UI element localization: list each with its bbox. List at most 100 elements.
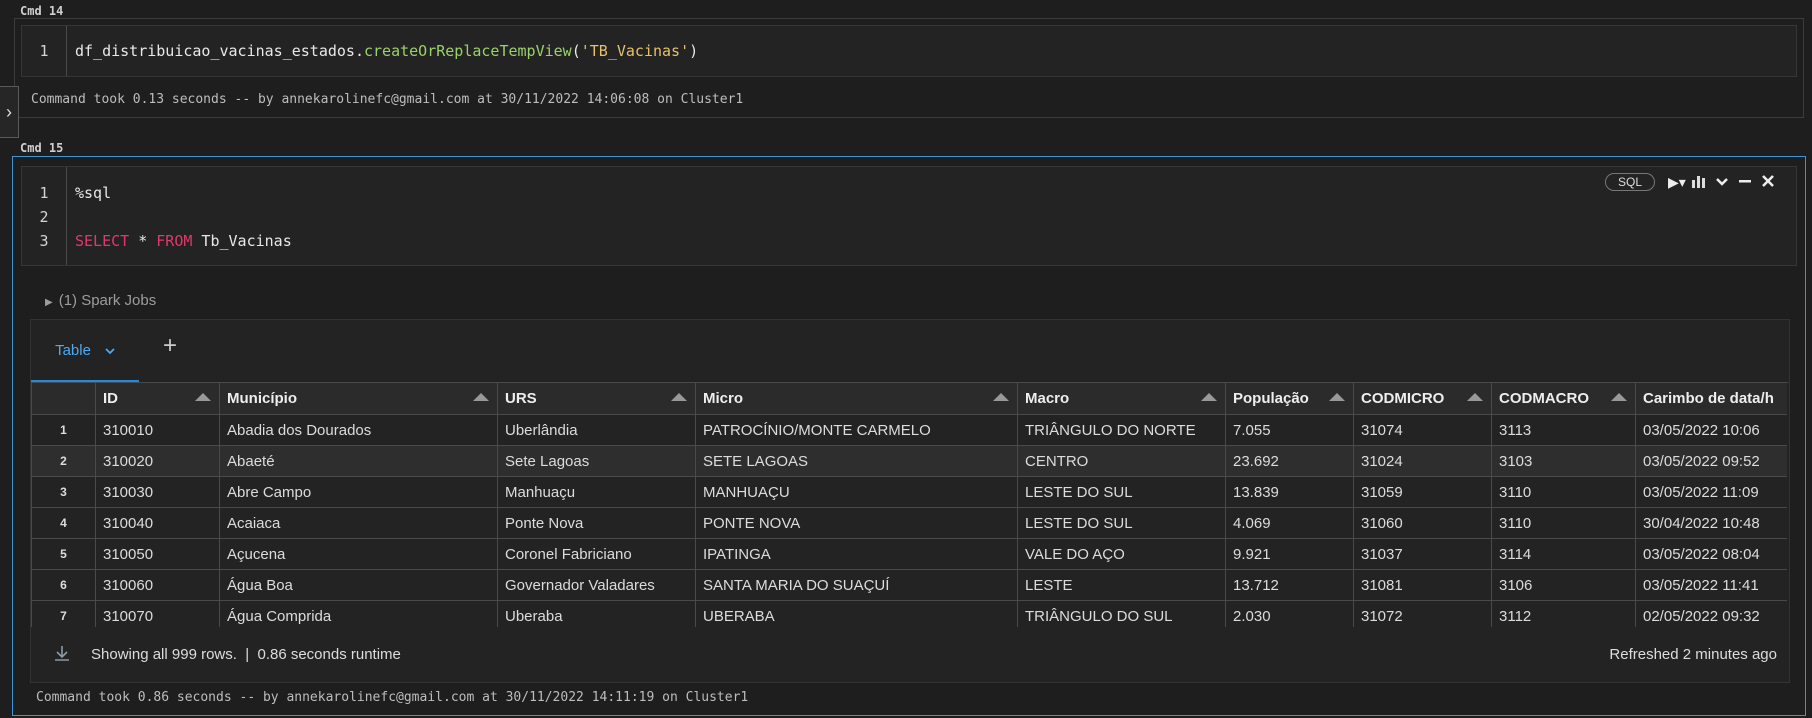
line-number: 1 [39,184,49,202]
table-cell: 31037 [1353,538,1492,570]
table-cell: 03/05/2022 08:04 [1635,538,1787,570]
line-number: 3 [39,232,49,250]
close-icon[interactable] [1760,174,1776,191]
row-number: 3 [31,476,96,508]
column-header[interactable]: Carimbo de data/h [1635,382,1787,415]
code-line[interactable]: 2 [22,205,1796,229]
row-number: 6 [31,569,96,601]
table-row[interactable]: 6 310060 Água Boa Governador Valadares SANTA… [31,569,1787,601]
table-cell: 31074 [1353,414,1492,446]
table-cell: 03/05/2022 11:41 [1635,569,1787,601]
cell-label: Cmd 15 [20,141,64,155]
table-cell: 9.921 [1225,538,1354,570]
column-header[interactable]: Micro [695,382,1018,415]
cell-toolbar: SQL ▶▾ [1604,173,1776,191]
table-cell: CENTRO [1017,445,1226,477]
column-header[interactable]: URS [497,382,696,415]
table-cell: Coronel Fabriciano [497,538,696,570]
sort-icon[interactable] [1201,393,1217,401]
code-line[interactable]: 3 SELECT * FROM Tb_Vacinas [22,229,1796,253]
table-cell: Água Boa [219,569,498,601]
table-cell: Sete Lagoas [497,445,696,477]
column-header[interactable]: Macro [1017,382,1226,415]
table-cell: 310020 [95,445,220,477]
table-cell: 7.055 [1225,414,1354,446]
table-row[interactable]: 7 310070 Água Comprida Uberaba UBERABA TRIÂNG… [31,600,1787,627]
table-cell: Abre Campo [219,476,498,508]
table-row[interactable]: 3 310030 Abre Campo Manhuaçu MANHUAÇU LESTE D… [31,476,1787,508]
table-cell: 4.069 [1225,507,1354,539]
results-footer: Showing all 999 rows. | 0.86 seconds run… [31,628,1789,682]
column-header[interactable]: Município [219,382,498,415]
sort-icon[interactable] [1329,393,1345,401]
code-line[interactable]: 1 %sql [22,181,1796,205]
table-cell: 13.712 [1225,569,1354,601]
sort-icon[interactable] [195,393,211,401]
column-header[interactable]: CODMACRO [1491,382,1636,415]
chevron-down-icon[interactable] [105,342,115,359]
chevron-down-icon[interactable] [1714,174,1730,190]
table-cell: MANHUAÇU [695,476,1018,508]
table-cell: Abaeté [219,445,498,477]
column-header[interactable]: ID [95,382,220,415]
table-row[interactable]: 2 310020 Abaeté Sete Lagoas SETE LAGOAS CENTR… [31,445,1787,477]
row-number: 1 [31,414,96,446]
table-cell: Açucena [219,538,498,570]
table-header: ID Município URS Micro Macro População CODMICR… [31,382,1787,415]
sort-icon[interactable] [671,393,687,401]
table-cell: IPATINGA [695,538,1018,570]
sort-icon[interactable] [1467,393,1483,401]
table-cell: TRIÂNGULO DO NORTE [1017,414,1226,446]
table-cell: 03/05/2022 11:09 [1635,476,1787,508]
table-cell: LESTE DO SUL [1017,507,1226,539]
sort-icon[interactable] [1611,393,1627,401]
download-icon[interactable] [53,644,71,667]
table-cell: Ponte Nova [497,507,696,539]
code-line[interactable]: 1 df_distribuicao_vacinas_estados.createO… [22,39,1796,63]
code-editor[interactable]: 1 df_distribuicao_vacinas_estados.createO… [21,25,1797,77]
table-cell: 310030 [95,476,220,508]
table-row[interactable]: 5 310050 Açucena Coronel Fabriciano IPATINGA… [31,538,1787,570]
table-cell: 31060 [1353,507,1492,539]
spark-jobs-toggle[interactable]: ▶ (1) Spark Jobs [45,292,156,309]
table-cell: 3103 [1491,445,1636,477]
row-number: 4 [31,507,96,539]
column-header[interactable]: População [1225,382,1354,415]
code-editor[interactable]: 1 %sql 2 3 SELECT * FROM Tb_Vacinas SQL ▶▾ [21,166,1797,266]
row-number: 7 [31,600,96,627]
minus-icon[interactable] [1737,174,1753,191]
table-cell: Uberlândia [497,414,696,446]
table-cell: 3110 [1491,507,1636,539]
table-cell: Acaiaca [219,507,498,539]
code-text: %sql [75,184,112,202]
table-cell: TRIÂNGULO DO SUL [1017,600,1226,627]
add-visualization-icon[interactable]: + [163,332,177,360]
table-row[interactable]: 4 310040 Acaiaca Ponte Nova PONTE NOVA LESTE … [31,507,1787,539]
language-badge[interactable]: SQL [1604,173,1655,191]
table-cell: 23.692 [1225,445,1354,477]
sort-icon[interactable] [473,393,489,401]
chevron-right-icon[interactable]: › [0,86,19,138]
results-table: ID Município URS Micro Macro População CODMICR… [31,382,1787,627]
table-cell: LESTE DO SUL [1017,476,1226,508]
code-text: SELECT * FROM Tb_Vacinas [75,232,292,250]
bar-chart-icon[interactable] [1691,174,1707,191]
command-status: Command took 0.13 seconds -- by annekaro… [31,92,744,107]
table-cell: 30/04/2022 10:48 [1635,507,1787,539]
table-cell: Governador Valadares [497,569,696,601]
sort-icon[interactable] [993,393,1009,401]
play-icon[interactable]: ▶▾ [1668,174,1686,190]
table-cell: SETE LAGOAS [695,445,1018,477]
table-cell: UBERABA [695,600,1018,627]
table-cell: 310010 [95,414,220,446]
refreshed-text: Refreshed 2 minutes ago [1609,646,1777,663]
row-number: 5 [31,538,96,570]
table-cell: SANTA MARIA DO SUAÇUÍ [695,569,1018,601]
table-row[interactable]: 1 310010 Abadia dos Dourados Uberlândia PATR… [31,414,1787,446]
table-cell: 2.030 [1225,600,1354,627]
column-header[interactable]: CODMICRO [1353,382,1492,415]
tab-label: Table [55,341,91,359]
table-cell: PONTE NOVA [695,507,1018,539]
notebook-cell-14[interactable]: 1 df_distribuicao_vacinas_estados.createO… [14,18,1804,118]
tab-table[interactable]: Table [31,320,139,382]
